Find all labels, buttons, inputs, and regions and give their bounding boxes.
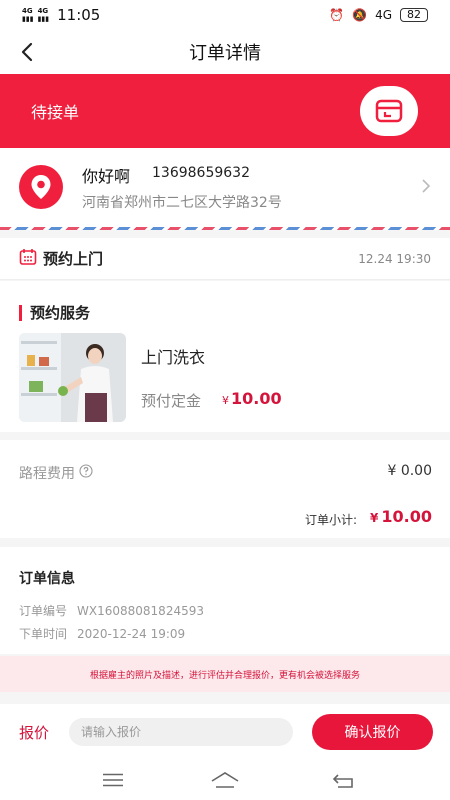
heading-accent-bar [19,304,22,321]
order-info-section: 订单信息 订单编号 WX16088081824593 下单时间 2020-12-24… [0,547,450,654]
address-card[interactable]: 你好啊 13698659632 河南省郑州市二七区大学路32号 [0,148,450,230]
order-box-icon [360,86,418,136]
deposit-amount: ¥10.00 [222,389,282,408]
contact-name: 你好啊 [82,167,131,186]
signal-bars-icon: ▮▮▮ [22,15,34,23]
subtotal-amount: ¥10.00 [370,507,432,526]
trip-fee-value: ¥ 0.00 [387,463,432,479]
service-name: 上门洗衣 [141,348,206,367]
order-number-value: WX16088081824593 [77,604,204,618]
service-photo[interactable] [19,333,126,422]
confirm-quote-button[interactable]: 确认报价 [312,714,433,750]
order-time-row: 下单时间 2020-12-24 19:09 [19,625,185,642]
alarm-icon: ⏰ [329,8,345,22]
nav-bar: 订单详情 [0,30,450,74]
deposit-currency: ¥ [222,394,229,407]
return-icon[interactable] [328,768,358,792]
home-icon[interactable] [210,768,240,792]
deposit-value: 10.00 [231,389,282,408]
subtotal-label: 订单小计: [305,513,358,527]
network-indicator-2: 4G ▮▮▮ [37,7,50,23]
calendar-icon [19,248,37,270]
network-indicator: 4G ▮▮▮ [22,7,34,23]
order-status-label: 待接单 [31,103,80,122]
address-line: 河南省郑州市二七区大学路32号 [82,195,282,211]
subtotal-currency: ¥ [370,511,379,525]
order-number-label: 订单编号 [19,604,68,618]
clock: 11:05 [57,6,101,24]
service-section: 预约服务 上门洗衣 预付定金 ¥10.00 [0,281,450,432]
quote-bar: 报价 确认报价 [0,704,450,760]
appointment-time: 12.24 19:30 [358,251,431,266]
service-heading: 预约服务 [19,302,90,323]
deposit-label: 预付定金 [141,392,202,410]
signal-bars-icon-2: ▮▮▮ [37,15,50,23]
quote-input[interactable] [69,718,293,746]
quote-notice: 根据雇主的照片及描述，进行评估并合理报价，更有机会被选择服务 [0,656,450,692]
service-heading-label: 预约服务 [30,304,91,322]
subtotal-value: 10.00 [381,507,432,526]
order-info-title: 订单信息 [19,571,75,587]
back-arrow-icon[interactable] [14,38,40,66]
page-title: 订单详情 [189,43,261,64]
status-bar: 4G ▮▮▮ 4G ▮▮▮ 11:05 ⏰ 🔕 4G 82 [0,0,450,30]
trip-fee-label: 路程费用 [19,466,75,482]
location-pin-icon [19,165,63,209]
quote-label: 报价 [19,724,50,742]
order-time-label: 下单时间 [19,627,68,641]
mute-icon: 🔕 [352,8,368,22]
menu-icon[interactable] [98,768,128,792]
appointment-row: 预约上门 12.24 19:30 [0,238,450,280]
order-status-banner: 待接单 [0,74,450,148]
envelope-divider [0,227,450,230]
costs-section: 路程费用 ¥ 0.00 订单小计: ¥10.00 [0,440,450,538]
appointment-label: 预约上门 [43,250,104,268]
contact-phone: 13698659632 [152,165,250,181]
battery-indicator: 82 [400,8,428,22]
system-nav-bar [0,760,450,800]
chevron-right-icon [422,178,431,197]
order-time-value: 2020-12-24 19:09 [77,627,186,641]
trip-fee-label-group: 路程费用 [19,463,93,483]
order-number-row: 订单编号 WX16088081824593 [19,602,204,619]
signal-label: 4G [375,8,392,22]
question-circle-icon[interactable] [79,464,93,482]
